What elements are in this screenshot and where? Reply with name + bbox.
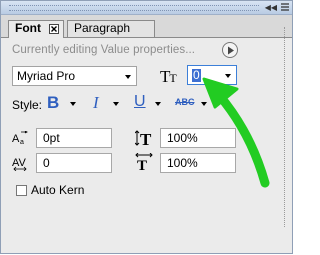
strikethrough-button[interactable]: ABC (175, 93, 207, 113)
side-grip (284, 27, 290, 227)
chevron-down-icon (125, 75, 131, 79)
tracking-field[interactable]: 0pt (36, 128, 112, 148)
chevron-down-icon (113, 102, 119, 106)
titlebar-grip[interactable] (9, 5, 259, 11)
underline-icon: U (134, 93, 146, 110)
close-tab-icon[interactable] (49, 24, 59, 34)
font-panel: ◀◀ Font Paragraph Currently editing Valu… (0, 0, 293, 254)
horizontal-scale-icon: T (135, 153, 153, 171)
font-size-icon: TT (160, 67, 177, 86)
strikethrough-icon: ABC (175, 97, 195, 107)
font-family-select[interactable]: Myriad Pro (12, 66, 137, 86)
kerning-field[interactable]: 0 (36, 153, 112, 173)
chevron-down-icon (155, 102, 161, 106)
horizontal-scale-field[interactable]: 100% (160, 153, 236, 173)
kerning-value: 0 (43, 156, 50, 170)
auto-kern-checkbox[interactable] (16, 185, 27, 196)
style-label: Style: (12, 98, 43, 112)
tab-font-label: Font (15, 21, 41, 35)
svg-text:A: A (12, 133, 20, 145)
font-family-value: Myriad Pro (17, 69, 76, 83)
options-play-button[interactable] (222, 42, 238, 58)
collapse-icon[interactable]: ◀◀ (265, 3, 277, 12)
vertical-scale-field[interactable]: 100% (160, 128, 236, 148)
play-icon (228, 46, 234, 55)
svg-text:T: T (140, 130, 152, 147)
svg-text:T: T (137, 158, 147, 171)
chevron-down-icon (201, 102, 207, 106)
kerning-icon: AV (12, 157, 27, 171)
tab-paragraph-label: Paragraph (74, 21, 131, 35)
tab-bar: Font Paragraph (1, 15, 292, 38)
underline-button[interactable]: U (134, 93, 164, 113)
bold-button[interactable]: B (47, 93, 77, 113)
vertical-scale-icon: T (135, 130, 152, 147)
panel-menu-icon[interactable] (280, 2, 290, 12)
auto-kern-label: Auto Kern (31, 183, 85, 197)
tab-font[interactable]: Font (8, 20, 64, 38)
vertical-scale-value: 100% (167, 131, 198, 145)
chevron-down-icon (225, 74, 231, 78)
font-size-value[interactable]: 0 (192, 69, 201, 82)
font-size-select[interactable]: 0 (187, 65, 237, 85)
tab-paragraph[interactable]: Paragraph (67, 20, 155, 37)
horizontal-scale-value: 100% (167, 156, 198, 170)
italic-icon: I (93, 93, 99, 112)
tracking-icon: A a (12, 131, 28, 145)
svg-text:a: a (20, 139, 24, 145)
bold-icon: B (47, 93, 60, 112)
panel-titlebar[interactable]: ◀◀ (1, 1, 292, 15)
chevron-down-icon (70, 102, 76, 106)
status-text: Currently editing Value properties... (12, 44, 196, 56)
italic-button[interactable]: I (93, 93, 123, 113)
tracking-value: 0pt (43, 131, 60, 145)
